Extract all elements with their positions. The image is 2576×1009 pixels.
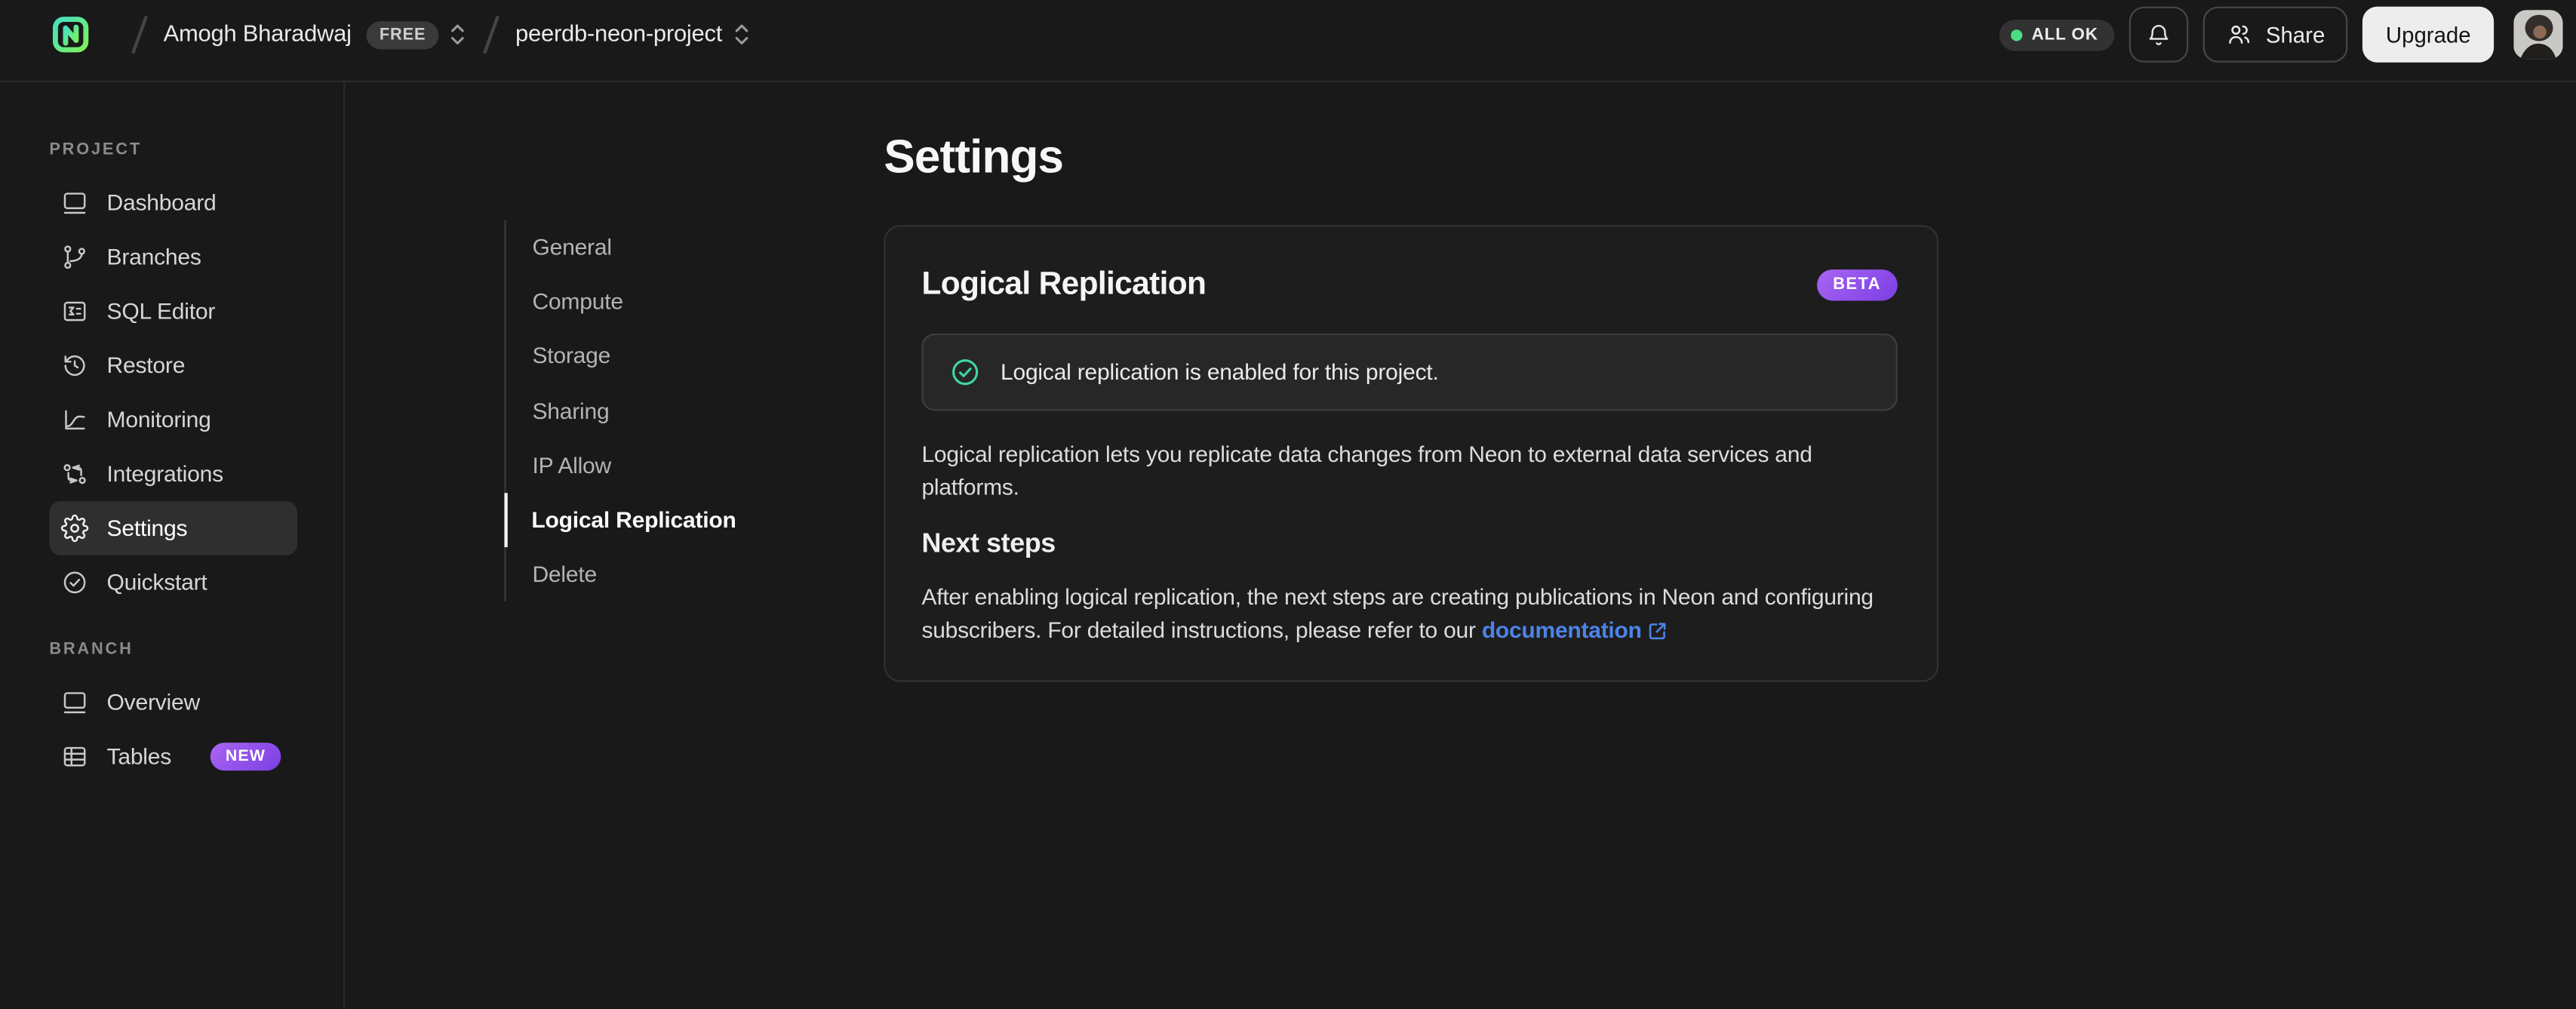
sidebar-item-branches[interactable]: Branches (49, 230, 297, 285)
sidebar-project-list: Dashboard Branches SQL Editor Restore Mo… (49, 176, 320, 610)
sidebar-item-label: Dashboard (106, 190, 217, 216)
sidebar-item-label: Tables (106, 744, 172, 769)
sidebar-item-label: Branches (106, 245, 201, 270)
integrations-icon (61, 460, 89, 488)
documentation-link[interactable]: documentation (1482, 618, 1642, 643)
sidebar-item-settings[interactable]: Settings (49, 501, 298, 555)
upgrade-button[interactable]: Upgrade (2362, 6, 2495, 63)
chevron-up-down-icon (449, 21, 467, 48)
bell-icon (2146, 20, 2172, 48)
sidebar-item-monitoring[interactable]: Monitoring (49, 392, 297, 447)
page-title: Settings (884, 131, 1064, 184)
new-badge: NEW (211, 743, 281, 771)
settings-nav-general[interactable]: General (504, 220, 736, 275)
status-label: ALL OK (2031, 25, 2098, 44)
settings-nav-logical-replication[interactable]: Logical Replication (504, 493, 736, 548)
sidebar-item-label: Monitoring (106, 407, 211, 432)
project-name: peerdb-neon-project (515, 21, 723, 48)
share-button[interactable]: Share (2203, 6, 2348, 63)
success-check-icon (949, 356, 980, 387)
system-status-pill[interactable]: ALL OK (1998, 19, 2115, 51)
logical-replication-card: Logical Replication BETA Logical replica… (884, 225, 1939, 682)
breadcrumb-slash (131, 15, 147, 54)
git-branch-icon (61, 243, 89, 271)
sidebar-section-branch: BRANCH (49, 641, 134, 660)
settings-nav-delete[interactable]: Delete (504, 547, 736, 602)
sidebar-item-label: Restore (106, 353, 186, 378)
sidebar-item-sql-editor[interactable]: SQL Editor (49, 285, 297, 339)
settings-nav-sharing[interactable]: Sharing (504, 383, 736, 438)
sidebar-item-overview[interactable]: Overview (49, 675, 297, 730)
sidebar-item-label: Quickstart (106, 570, 207, 595)
breadcrumb: Amogh Bharadwaj FREE peerdb-neon-project (49, 13, 750, 56)
settings-subnav: General Compute Storage Sharing IP Allow… (504, 220, 736, 602)
sidebar-item-dashboard[interactable]: Dashboard (49, 176, 297, 230)
sidebar-section-project: PROJECT (49, 141, 142, 160)
org-name: Amogh Bharadwaj (163, 21, 352, 48)
sidebar-item-quickstart[interactable]: Quickstart (49, 555, 297, 610)
sidebar-item-tables[interactable]: Tables NEW (49, 730, 297, 784)
share-label: Share (2265, 22, 2325, 48)
app-window: Amogh Bharadwaj FREE peerdb-neon-project (0, 0, 2576, 1009)
card-header: Logical Replication BETA (921, 266, 1898, 304)
next-steps-text: After enabling logical replication, the … (921, 582, 1897, 648)
monitoring-chart-icon (61, 406, 89, 434)
dashboard-icon (61, 189, 89, 217)
table-grid-icon (61, 743, 89, 771)
org-switcher[interactable]: Amogh Bharadwaj FREE (163, 20, 467, 49)
sidebar-item-label: SQL Editor (106, 299, 216, 324)
user-avatar[interactable] (2513, 10, 2563, 60)
sidebar-item-label: Overview (106, 690, 201, 715)
free-plan-badge: FREE (366, 20, 439, 49)
notifications-button[interactable] (2129, 6, 2189, 63)
project-switcher[interactable]: peerdb-neon-project (515, 21, 750, 48)
sidebar-item-restore[interactable]: Restore (49, 339, 297, 393)
sidebar-item-label: Integrations (106, 461, 224, 487)
topbar-actions: ALL OK Share Upgrade (1998, 6, 2563, 63)
success-banner: Logical replication is enabled for this … (921, 333, 1898, 411)
card-title: Logical Replication (921, 266, 1207, 303)
next-steps-title: Next steps (921, 529, 1056, 559)
settings-nav-ip-allow[interactable]: IP Allow (504, 438, 736, 494)
beta-badge: BETA (1816, 269, 1898, 301)
users-icon (2227, 21, 2253, 48)
settings-nav-compute[interactable]: Compute (504, 275, 736, 330)
chevron-up-down-icon (732, 21, 750, 48)
top-bar: Amogh Bharadwaj FREE peerdb-neon-project (0, 0, 2576, 82)
neon-logo-icon[interactable] (49, 13, 92, 56)
external-link-icon (1648, 620, 1668, 640)
sidebar-item-label: Settings (106, 515, 188, 541)
banner-text: Logical replication is enabled for this … (1000, 359, 1439, 385)
sidebar-branch-list: Overview Tables NEW (49, 675, 320, 784)
sidebar-item-integrations[interactable]: Integrations (49, 447, 297, 501)
sidebar: PROJECT Dashboard Branches SQL Editor Re… (0, 82, 346, 1009)
check-circle-icon (61, 568, 89, 596)
breadcrumb-slash (483, 15, 500, 54)
gear-icon (60, 514, 89, 543)
sql-editor-icon (61, 297, 89, 325)
overview-window-icon (61, 688, 89, 716)
restore-history-icon (61, 352, 89, 380)
description-text: Logical replication lets you replicate d… (921, 441, 1812, 500)
next-steps-text-span: After enabling logical replication, the … (921, 585, 1874, 643)
settings-nav-storage[interactable]: Storage (504, 329, 736, 384)
status-dot-icon (2010, 29, 2022, 41)
